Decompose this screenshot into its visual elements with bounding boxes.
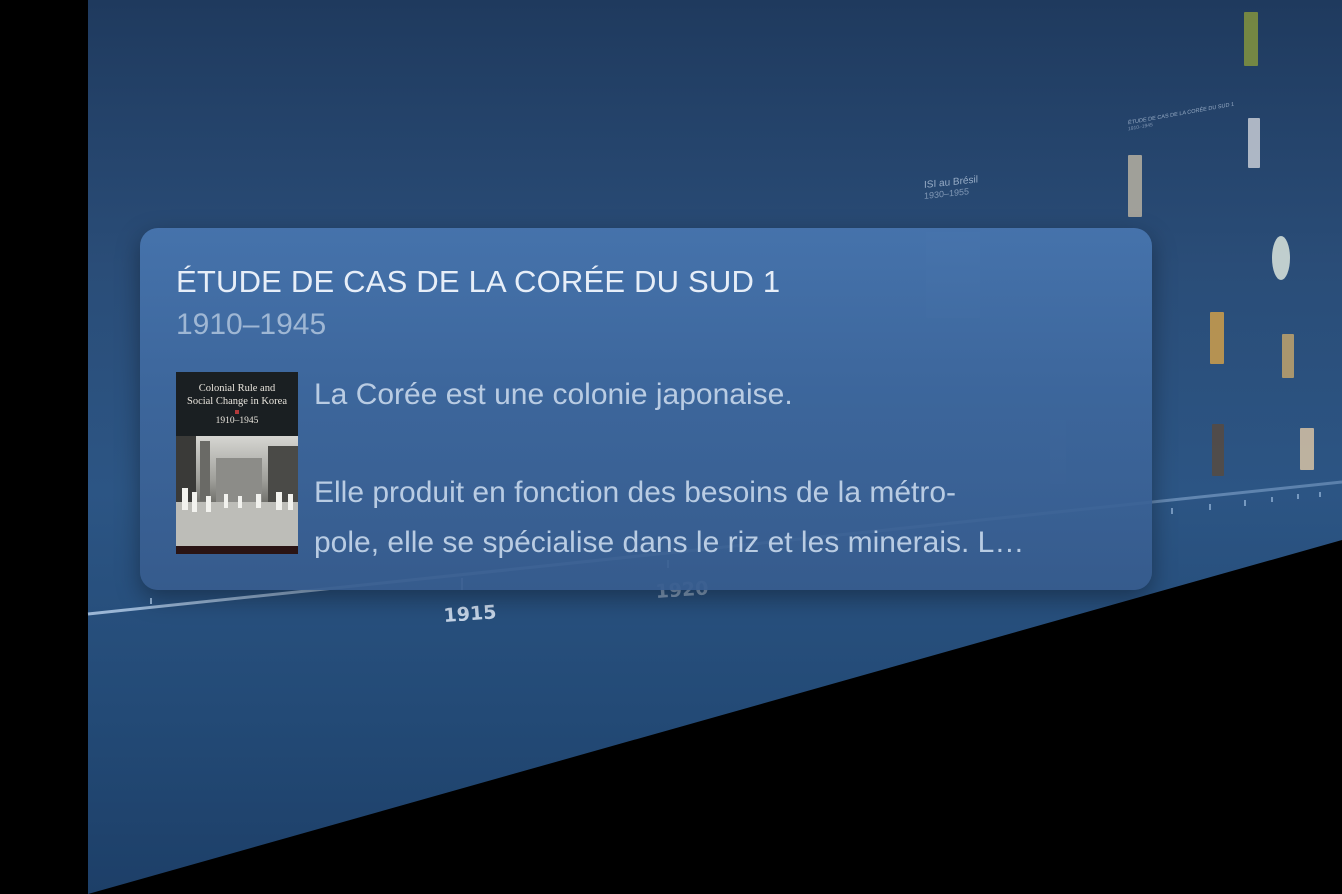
bg-thumbnail-image[interactable]	[1300, 428, 1314, 470]
bg-thumbnail-image[interactable]	[1212, 424, 1224, 476]
description-paragraph: La Corée est une colonie japonaise.	[314, 378, 793, 411]
book-cover-footer	[176, 546, 298, 554]
book-cover-photo	[176, 436, 298, 546]
bg-thumbnail-image[interactable]	[1210, 312, 1224, 364]
bg-thumbnail-image[interactable]	[1244, 12, 1258, 66]
book-cover-title: Colonial Rule and Social Change in Korea	[176, 382, 298, 408]
bg-thumbnail-image[interactable]	[1128, 155, 1142, 217]
bg-thumbnail-image[interactable]	[1272, 236, 1290, 280]
street-photo-illustration	[176, 436, 298, 546]
event-detail-card[interactable]: ÉTUDE DE CAS DE LA CORÉE DU SUD 1 1910–1…	[140, 228, 1152, 590]
event-description: La Corée est une colonie japonaise. Elle…	[314, 370, 1134, 568]
description-line: Elle produit en fonction des besoins de …	[314, 476, 957, 509]
year-label-1915: 1915	[443, 601, 497, 627]
book-cover-ornament	[235, 410, 239, 414]
book-title-line1: Colonial Rule and	[198, 383, 276, 394]
event-title: ÉTUDE DE CAS DE LA CORÉE DU SUD 1	[176, 264, 781, 299]
bg-thumbnail-image[interactable]	[1282, 334, 1294, 378]
event-date-range: 1910–1945	[176, 308, 327, 341]
description-line: pole, elle se spécialise dans le riz et …	[314, 526, 1025, 559]
book-title-line2: Social Change in Korea	[186, 396, 287, 407]
book-cover-image[interactable]: Colonial Rule and Social Change in Korea…	[176, 372, 298, 554]
book-cover-dates: 1910–1945	[215, 416, 259, 426]
bg-thumbnail-image[interactable]	[1248, 118, 1260, 168]
